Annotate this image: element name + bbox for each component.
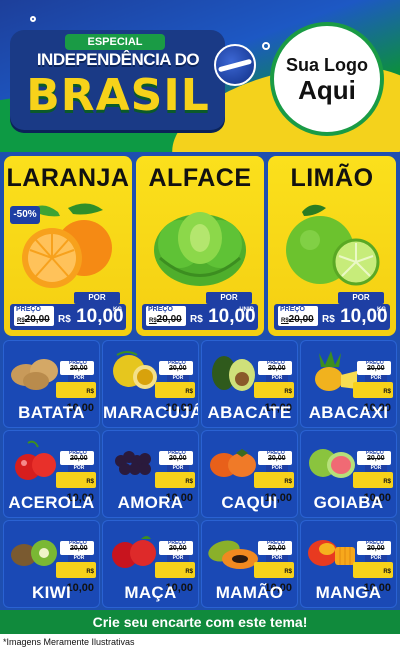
price-tag: PREÇO 20,00 POR R$ 10,00 (254, 540, 294, 594)
potato-icon (11, 359, 58, 390)
brazil-globe-icon (214, 44, 256, 86)
price-tag: PREÇO 20,00 POR R$ 10,00 (353, 450, 393, 504)
blackberry-icon (115, 451, 151, 475)
product-card[interactable]: PREÇO 20,00 POR R$ 10,00 ABACAXI (300, 340, 397, 428)
title-line-1: INDEPENDÊNCIA DO (36, 50, 200, 69)
product-card[interactable]: PREÇO 20,00 POR R$ 10,00 MAÇA (102, 520, 199, 608)
product-card[interactable]: PREÇO 20,00 POR R$ 10,00 MANGA (300, 520, 397, 608)
mango-icon (308, 540, 355, 566)
unit-label: KG (377, 307, 386, 313)
lettuce-icon (154, 212, 246, 286)
por-label: POR (74, 292, 120, 304)
disclaimer-note: *Imagens Meramente Ilustrativas (0, 634, 400, 650)
product-card[interactable]: PREÇO 20,00 POR R$ 10,00 BATATA (3, 340, 100, 428)
product-name: LARANJA (6, 164, 130, 192)
product-name: KIWI (32, 583, 71, 602)
kicker-label: ESPECIAL (65, 34, 165, 50)
apple-icon (112, 536, 156, 568)
price-tag: PREÇO 20,00 POR R$ 10,00 (155, 450, 195, 504)
discount-badge: -50% (10, 206, 40, 224)
product-name: BATATA (18, 403, 85, 422)
price-tag: PREÇO 20,00 POR R$ 10,00 (155, 360, 195, 414)
por-label: POR (206, 292, 252, 304)
product-name: AMORA (117, 493, 184, 512)
lime-icon (286, 204, 380, 286)
product-name: ALFACE (148, 164, 252, 192)
passionfruit-icon (113, 351, 157, 389)
title-line-2: BRASIL (26, 70, 210, 121)
product-card[interactable]: PREÇO 20,00 POR R$ 10,00 CAQUI (201, 430, 298, 518)
por-label: POR (338, 292, 384, 304)
product-card[interactable]: PREÇO 20,00 POR R$ 10,00 MAMÃO (201, 520, 298, 608)
guava-icon (309, 449, 355, 478)
product-card[interactable]: PREÇO 20,00 POR R$ 10,00 AMORA (102, 430, 199, 518)
product-name: ACEROLA (8, 493, 95, 512)
featured-section: LARANJA -50% POR PREÇO R$20,00 R$ 10,00 … (0, 152, 400, 337)
featured-card[interactable]: LIMÃO POR PREÇO R$20,00 R$ 10,00 KG (268, 156, 396, 336)
product-card[interactable]: PREÇO 20,00 POR R$ 10,00 ACEROLA (3, 430, 100, 518)
preco-label: PREÇO (280, 306, 305, 313)
product-card[interactable]: PREÇO 20,00 POR R$ 10,00 MARACUJÁ (102, 340, 199, 428)
product-name: CAQUI (221, 493, 278, 512)
product-card[interactable]: PREÇO 20,00 POR R$ 10,00 KIWI (3, 520, 100, 608)
product-grid: PREÇO 20,00 POR R$ 10,00 BATATA PREÇO 20,0… (0, 340, 400, 610)
logo-text-2: Aqui (298, 74, 356, 105)
avocado-icon (212, 356, 255, 391)
old-price: R$20,00 (17, 314, 50, 325)
product-name: MANGA (315, 583, 382, 602)
header-banner: ESPECIAL INDEPENDÊNCIA DO BRASIL Sua Log… (0, 0, 400, 216)
price-tag: PREÇO 20,00 POR R$ 10,00 (56, 540, 96, 594)
price-tag: PREÇO 20,00 POR R$ 10,00 (56, 360, 96, 414)
price-tag: PREÇO 20,00 POR R$ 10,00 (254, 450, 294, 504)
flyer: ESPECIAL INDEPENDÊNCIA DO BRASIL Sua Log… (0, 0, 400, 650)
price-block: POR PREÇO R$20,00 R$ 10,00 KG (274, 292, 390, 332)
price-tag: PREÇO 20,00 POR R$ 10,00 (353, 540, 393, 594)
price-block: POR PREÇO R$20,00 R$ 10,00 KG (10, 292, 126, 332)
product-name: MAÇA (124, 583, 177, 602)
unit-label: UNID (239, 307, 254, 313)
preco-label: PREÇO (16, 306, 41, 313)
product-name: MARACUJÁ (103, 403, 199, 422)
product-name: LIMÃO (290, 164, 374, 192)
logo-placeholder[interactable]: Sua Logo Aqui (270, 22, 384, 136)
featured-card[interactable]: LARANJA -50% POR PREÇO R$20,00 R$ 10,00 … (4, 156, 132, 336)
persimmon-icon (210, 449, 256, 477)
price-block: POR PREÇO R$20,00 R$ 10,00 UNID (142, 292, 258, 332)
price-tag: PREÇO 20,00 POR R$ 10,00 (56, 450, 96, 504)
cta-banner[interactable]: Crie seu encarte com este tema! (0, 610, 400, 634)
product-card[interactable]: PREÇO 20,00 POR R$ 10,00 ABACATE (201, 340, 298, 428)
kiwi-icon (11, 540, 57, 566)
product-name: MAMÃO (215, 583, 284, 602)
pineapple-icon (315, 351, 357, 391)
product-card[interactable]: PREÇO 20,00 POR R$ 10,00 GOIABA (300, 430, 397, 518)
preco-label: PREÇO (148, 306, 173, 313)
price-tag: PREÇO 20,00 POR R$ 10,00 (254, 360, 294, 414)
old-price: R$20,00 (149, 314, 182, 325)
featured-card[interactable]: ALFACE POR PREÇO R$20,00 R$ 10,00 UNID (136, 156, 264, 336)
unit-label: KG (113, 307, 122, 313)
papaya-icon (208, 540, 258, 569)
product-name: ABACAXI (308, 403, 389, 422)
price-tag: PREÇO 20,00 POR R$ 10,00 (155, 540, 195, 594)
product-name: ABACATE (207, 403, 292, 422)
price-tag: PREÇO 20,00 POR R$ 10,00 (353, 360, 393, 414)
sparkle-icon (30, 16, 36, 22)
sparkle-icon (262, 42, 270, 50)
acerola-icon (15, 440, 56, 480)
old-price: R$20,00 (281, 314, 314, 325)
logo-text-1: Sua Logo (286, 54, 368, 75)
product-name: GOIABA (313, 493, 384, 512)
